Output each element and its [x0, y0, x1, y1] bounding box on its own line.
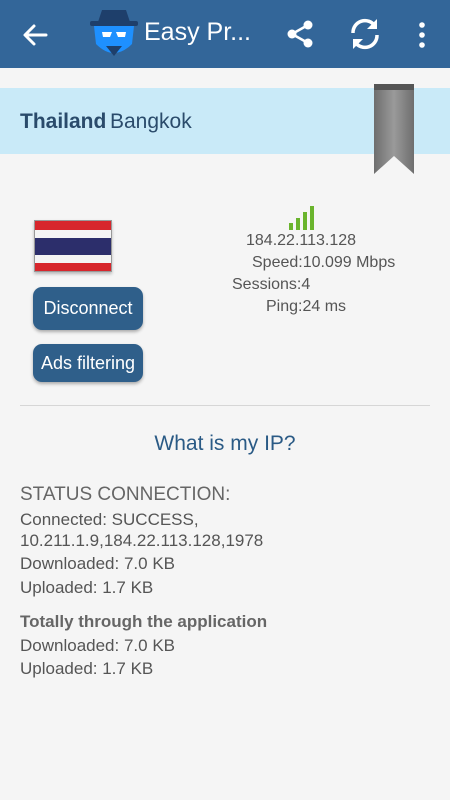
signal-strength-icon	[289, 206, 314, 230]
app-title: Easy Pr...	[144, 18, 251, 46]
status-connection-title: STATUS CONNECTION:	[20, 484, 231, 505]
status-downloaded: Downloaded: 7.0 KB	[20, 554, 175, 573]
server-ping: Ping:24 ms	[266, 298, 347, 315]
server-speed: Speed:10.099 Mbps	[252, 254, 396, 271]
status-uploaded: Uploaded: 1.7 KB	[20, 578, 154, 597]
ads-filtering-button[interactable]: Ads filtering	[33, 344, 143, 382]
disconnect-button[interactable]: Disconnect	[33, 287, 143, 330]
more-vertical-icon[interactable]	[410, 18, 434, 52]
server-country: Thailand	[20, 110, 107, 133]
server-sessions: Sessions:4	[232, 276, 311, 293]
divider	[20, 405, 430, 406]
arrow-left-icon[interactable]	[18, 18, 52, 52]
status-connected: Connected: SUCCESS,	[20, 510, 199, 529]
server-ip: 184.22.113.128	[246, 232, 357, 249]
what-is-my-ip-link[interactable]: What is my IP?	[0, 432, 450, 456]
totals-uploaded: Uploaded: 1.7 KB	[20, 659, 154, 678]
spy-agent-shield-icon	[90, 10, 138, 56]
app-bar: Easy Pr...	[0, 0, 450, 68]
bookmark-ribbon-icon[interactable]	[374, 84, 414, 176]
totals-title: Totally through the application	[20, 612, 268, 631]
server-city: Bangkok	[110, 110, 192, 133]
totals-downloaded: Downloaded: 7.0 KB	[20, 636, 175, 655]
refresh-icon[interactable]	[346, 16, 384, 52]
thailand-flag-icon	[34, 220, 112, 272]
share-icon[interactable]	[284, 18, 316, 50]
status-connected-details: 10.211.1.9,184.22.113.128,1978	[20, 531, 264, 550]
